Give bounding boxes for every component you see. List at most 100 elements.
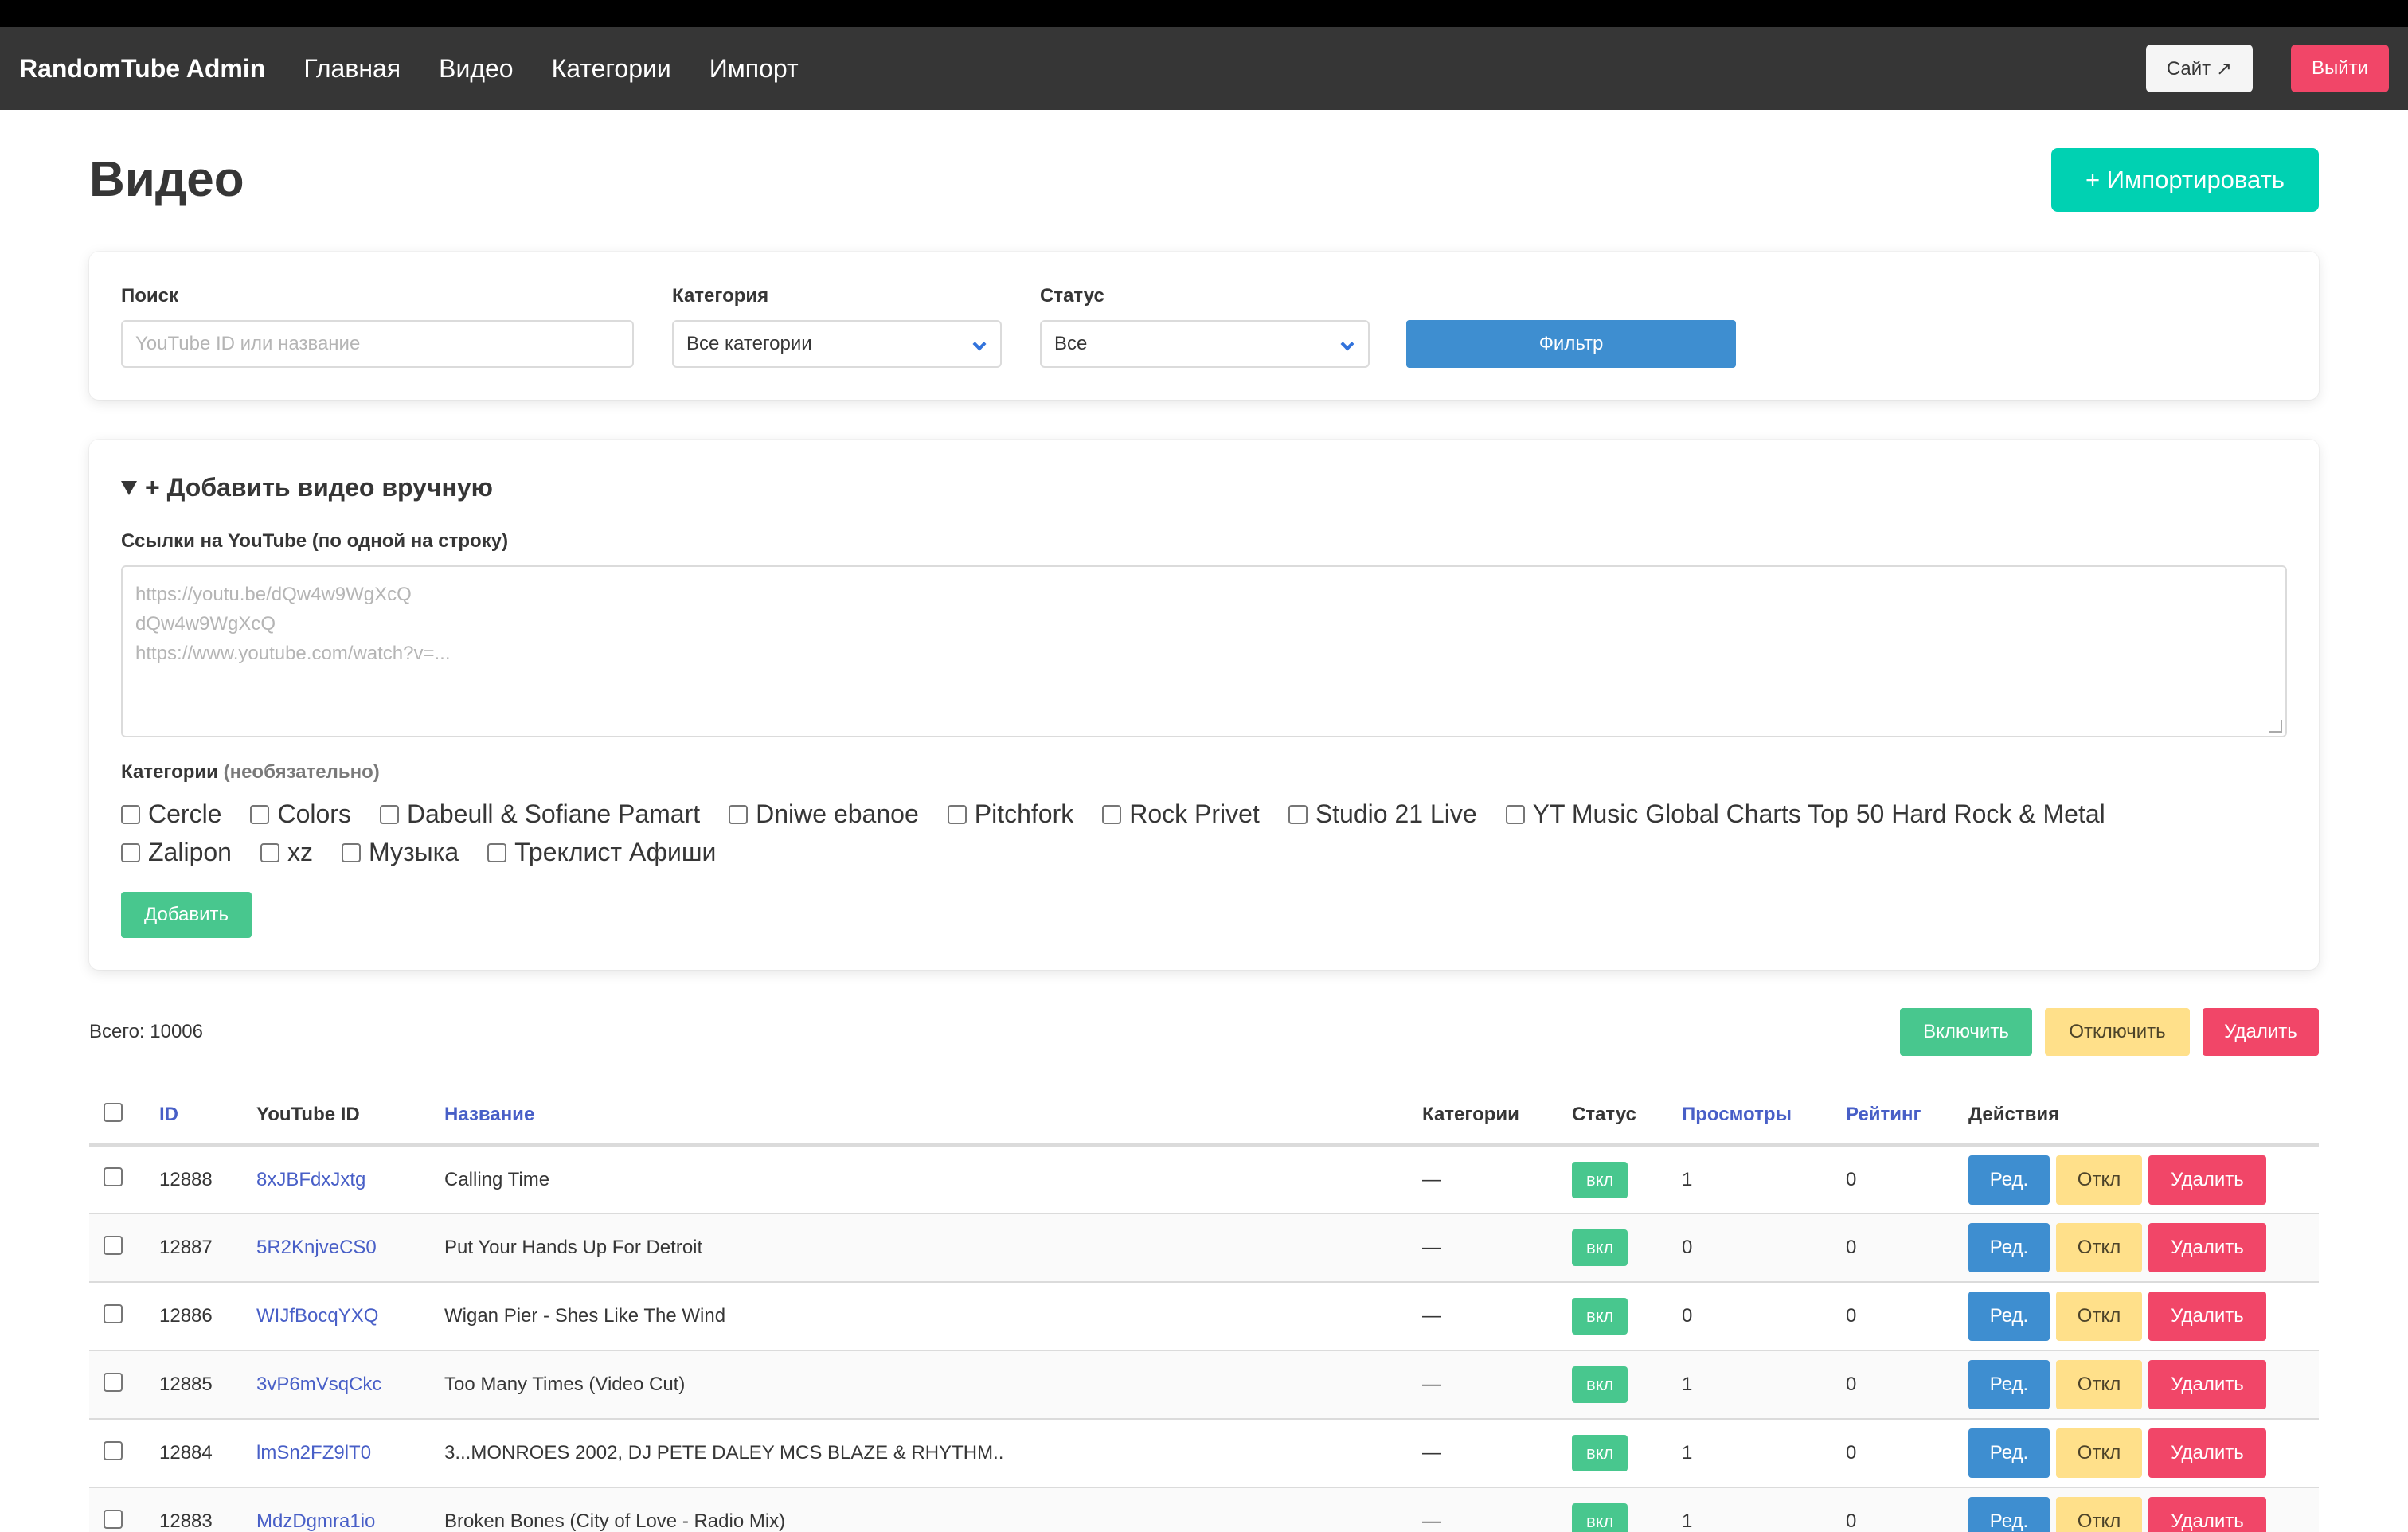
delete-button[interactable]: Удалить xyxy=(2148,1292,2266,1341)
category-option-studio21[interactable]: Studio 21 Live xyxy=(1288,799,1477,829)
category-option-colors[interactable]: Colors xyxy=(250,799,351,829)
add-manual-toggle[interactable]: + Добавить видео вручную xyxy=(121,473,493,502)
column-header-title[interactable]: Название xyxy=(444,1086,1422,1147)
disable-button[interactable]: Откл xyxy=(2056,1292,2142,1341)
resize-handle-icon[interactable] xyxy=(2269,720,2282,733)
bulk-delete-button[interactable]: Удалить xyxy=(2203,1008,2319,1056)
category-option-xz[interactable]: xz xyxy=(260,838,313,867)
category-option-pitchfork[interactable]: Pitchfork xyxy=(947,799,1073,829)
edit-button[interactable]: Ред. xyxy=(1968,1155,2050,1205)
delete-button[interactable]: Удалить xyxy=(2148,1360,2266,1409)
category-option-dabeull[interactable]: Dabeull & Sofiane Pamart xyxy=(379,799,700,829)
category-option-cercle[interactable]: Cercle xyxy=(121,799,221,829)
column-header-rating[interactable]: Рейтинг xyxy=(1846,1086,1968,1147)
checkbox[interactable] xyxy=(121,842,140,862)
category-option-label: Cercle xyxy=(148,799,222,828)
checkbox[interactable] xyxy=(121,804,140,824)
edit-button[interactable]: Ред. xyxy=(1968,1497,2050,1532)
row-checkbox[interactable] xyxy=(104,1235,123,1255)
bulk-disable-button[interactable]: Отключить xyxy=(2045,1008,2190,1056)
brand-logo[interactable]: RandomTube Admin xyxy=(19,54,265,84)
youtube-id-link[interactable]: WIJfBocqYXQ xyxy=(256,1305,378,1327)
category-option-label: Rock Privet xyxy=(1129,799,1260,828)
cell-views: 0 xyxy=(1682,1282,1846,1351)
row-select-cell xyxy=(89,1350,159,1420)
delete-button[interactable]: Удалить xyxy=(2148,1223,2266,1272)
edit-button[interactable]: Ред. xyxy=(1968,1428,2050,1478)
youtube-id-link[interactable]: 8xJBFdxJxtg xyxy=(256,1169,366,1190)
edit-button[interactable]: Ред. xyxy=(1968,1223,2050,1272)
checkbox[interactable] xyxy=(250,804,270,824)
disable-button[interactable]: Откл xyxy=(2056,1497,2142,1532)
edit-button[interactable]: Ред. xyxy=(1968,1292,2050,1341)
cell-id: 12888 xyxy=(159,1145,256,1214)
site-button[interactable]: Сайт ↗ xyxy=(2145,45,2253,92)
status-select-value: Все xyxy=(1054,333,1088,354)
checkbox[interactable] xyxy=(1505,804,1525,824)
status-select[interactable]: Все xyxy=(1040,320,1370,368)
checkbox[interactable] xyxy=(947,804,967,824)
delete-button[interactable]: Удалить xyxy=(2148,1497,2266,1532)
category-filter-label: Категория xyxy=(672,285,769,307)
cell-rating: 0 xyxy=(1846,1145,1968,1214)
disable-button[interactable]: Откл xyxy=(2056,1223,2142,1272)
status-badge: вкл xyxy=(1572,1229,1628,1266)
row-checkbox[interactable] xyxy=(104,1167,123,1186)
nav-link-videos[interactable]: Видео xyxy=(439,54,513,84)
category-option-dniwe[interactable]: Dniwe ebanoe xyxy=(729,799,919,829)
delete-button[interactable]: Удалить xyxy=(2148,1428,2266,1478)
column-header-categories: Категории xyxy=(1422,1086,1572,1147)
column-header-views[interactable]: Просмотры xyxy=(1682,1086,1846,1147)
category-select[interactable]: Все категории xyxy=(672,320,1002,368)
category-option-afisha[interactable]: Треклист Афиши xyxy=(487,838,716,867)
youtube-id-link[interactable]: lmSn2FZ9lT0 xyxy=(256,1442,371,1464)
bulk-enable-button[interactable]: Включить xyxy=(1900,1008,2032,1056)
row-checkbox[interactable] xyxy=(104,1440,123,1460)
nav-link-home[interactable]: Главная xyxy=(303,54,401,84)
category-select-value: Все категории xyxy=(686,333,812,354)
youtube-id-link[interactable]: MdzDgmra1io xyxy=(256,1511,375,1532)
row-select-cell xyxy=(89,1282,159,1351)
filter-button[interactable]: Фильтр xyxy=(1406,320,1736,368)
checkbox[interactable] xyxy=(379,804,399,824)
select-all-cell xyxy=(89,1086,159,1147)
placeholder-line: dQw4w9WgXcQ xyxy=(135,613,276,635)
cell-views: 0 xyxy=(1682,1213,1846,1283)
checkbox[interactable] xyxy=(487,842,507,862)
checkbox[interactable] xyxy=(341,842,361,862)
category-option-rock-privet[interactable]: Rock Privet xyxy=(1102,799,1260,829)
disable-button[interactable]: Откл xyxy=(2056,1360,2142,1409)
nav-link-categories[interactable]: Категории xyxy=(552,54,671,84)
logout-button[interactable]: Выйти xyxy=(2290,45,2389,92)
cell-youtube-id: lmSn2FZ9lT0 xyxy=(256,1419,444,1488)
import-button[interactable]: + Импортировать xyxy=(2051,148,2319,212)
row-checkbox[interactable] xyxy=(104,1303,123,1323)
edit-button[interactable]: Ред. xyxy=(1968,1360,2050,1409)
delete-button[interactable]: Удалить xyxy=(2148,1155,2266,1205)
youtube-id-link[interactable]: 5R2KnjveCS0 xyxy=(256,1237,377,1258)
cell-youtube-id: WIJfBocqYXQ xyxy=(256,1282,444,1351)
youtube-id-link[interactable]: 3vP6mVsqCkc xyxy=(256,1374,381,1395)
checkbox[interactable] xyxy=(729,804,749,824)
disable-button[interactable]: Откл xyxy=(2056,1155,2142,1205)
page-title: Видео xyxy=(89,152,244,207)
search-input[interactable]: YouTube ID или название xyxy=(121,320,634,368)
links-textarea[interactable]: https://youtu.be/dQw4w9WgXcQ dQw4w9WgXcQ… xyxy=(121,565,2287,737)
column-header-id[interactable]: ID xyxy=(159,1086,256,1147)
select-all-checkbox[interactable] xyxy=(104,1102,123,1122)
checkbox[interactable] xyxy=(1288,804,1308,824)
checkbox[interactable] xyxy=(260,842,280,862)
row-checkbox[interactable] xyxy=(104,1509,123,1529)
category-option-label: Colors xyxy=(277,799,351,828)
disable-button[interactable]: Откл xyxy=(2056,1428,2142,1478)
category-option-yt-charts[interactable]: YT Music Global Charts Top 50 Hard Rock … xyxy=(1505,799,2105,829)
cell-status: вкл xyxy=(1572,1487,1682,1532)
checkbox[interactable] xyxy=(1102,804,1122,824)
category-option-music[interactable]: Музыка xyxy=(341,838,459,867)
add-button[interactable]: Добавить xyxy=(121,892,252,938)
status-badge: вкл xyxy=(1572,1366,1628,1403)
nav-link-import[interactable]: Импорт xyxy=(710,54,799,84)
category-option-zalipon[interactable]: Zalipon xyxy=(121,838,232,867)
row-checkbox[interactable] xyxy=(104,1372,123,1392)
cell-status: вкл xyxy=(1572,1419,1682,1488)
